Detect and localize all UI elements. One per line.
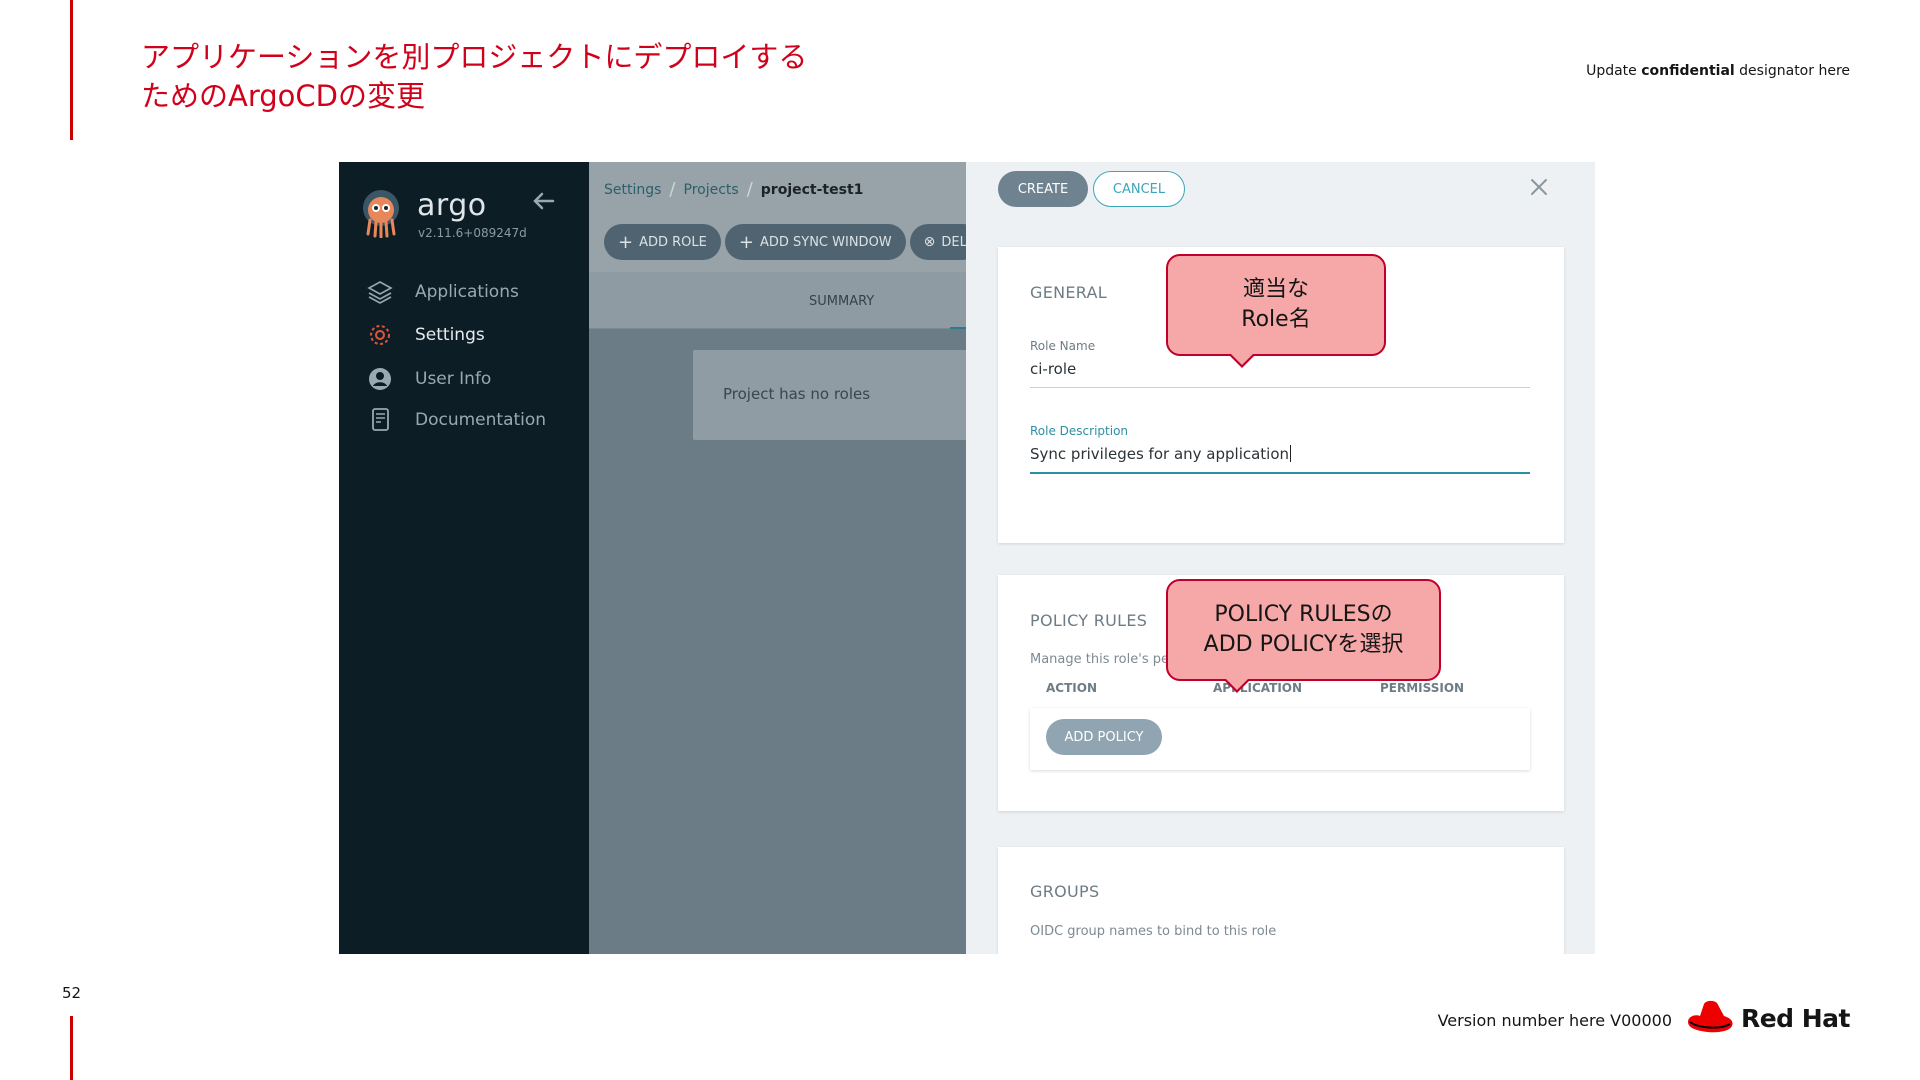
- close-icon[interactable]: [1526, 174, 1552, 200]
- column-action: ACTION: [1046, 681, 1097, 695]
- groups-card: GROUPS OIDC group names to bind to this …: [998, 847, 1564, 954]
- redhat-hat-icon: [1687, 1000, 1733, 1033]
- add-policy-button[interactable]: ADD POLICY: [1046, 719, 1162, 755]
- sidebar-item-applications[interactable]: Applications: [367, 279, 519, 305]
- sidebar-item-label: User Info: [415, 369, 492, 389]
- add-role-label: ADD ROLE: [639, 234, 707, 250]
- role-description-input: Sync privileges for any application: [1030, 445, 1290, 463]
- column-permission: PERMISSION: [1380, 681, 1465, 695]
- groups-description: OIDC group names to bind to this role: [1030, 924, 1277, 939]
- breadcrumb-current: project-test1: [760, 181, 864, 198]
- close-circle-icon: ⊗: [923, 234, 936, 250]
- sidebar-item-settings[interactable]: Settings: [367, 322, 485, 348]
- breadcrumb: Settings / Projects / project-test1: [604, 179, 863, 200]
- callout-role-name-text: 適当な Role名: [1241, 277, 1311, 332]
- tab-bar: SUMMARY: [589, 272, 970, 329]
- add-sync-window-button[interactable]: + ADD SYNC WINDOW: [724, 224, 906, 260]
- add-sync-window-label: ADD SYNC WINDOW: [759, 234, 892, 250]
- argo-logo-text: argo: [417, 188, 487, 223]
- breadcrumb-separator: /: [746, 179, 753, 200]
- text-caret: [1290, 445, 1292, 462]
- policy-rules-description: Manage this role's per: [1030, 652, 1175, 667]
- role-description-field[interactable]: Sync privileges for any application: [1030, 445, 1292, 463]
- slide-title-line2: ためのArgoCDの変更: [141, 79, 425, 113]
- argocd-screenshot: argo v2.11.6+089247d Applications Settin…: [339, 162, 1595, 954]
- role-name-underline: [1030, 387, 1530, 388]
- argo-octopus-logo-icon: [363, 190, 399, 238]
- empty-roles-text: Project has no roles: [723, 385, 871, 403]
- project-main: Settings / Projects / project-test1 + ADD…: [589, 162, 993, 954]
- sidebar-item-documentation[interactable]: Documentation: [367, 407, 546, 433]
- role-description-underline: [1030, 472, 1530, 474]
- callout-tail-fill: [1225, 678, 1249, 690]
- slide-title: アプリケーションを別プロジェクトにデプロイする ためのArgoCDの変更: [141, 38, 1041, 116]
- sidebar-item-user-info[interactable]: User Info: [367, 366, 491, 392]
- callout-tail-fill: [1230, 353, 1254, 365]
- page-number: 52: [62, 984, 82, 1002]
- breadcrumb-settings[interactable]: Settings: [604, 182, 661, 198]
- top-bar: Settings / Projects / project-test1 + ADD…: [589, 162, 981, 272]
- user-circle-icon: [367, 366, 393, 392]
- redhat-logo: Red Hat: [1684, 998, 1851, 1038]
- accent-line-top: [70, 0, 73, 140]
- confidential-bold: confidential: [1641, 63, 1735, 79]
- gear-icon: [367, 322, 393, 348]
- groups-title: GROUPS: [1030, 882, 1100, 901]
- breadcrumb-separator: /: [669, 179, 676, 200]
- add-role-button[interactable]: + ADD ROLE: [604, 224, 721, 260]
- role-name-input[interactable]: ci-role: [1030, 360, 1076, 378]
- sidebar: argo v2.11.6+089247d Applications Settin…: [339, 162, 589, 954]
- sidebar-item-label: Applications: [415, 282, 519, 302]
- plus-icon: +: [738, 231, 754, 253]
- redhat-wordmark: Red Hat: [1740, 1003, 1851, 1033]
- delete-label: DEL: [941, 234, 967, 250]
- sidebar-item-label: Settings: [415, 325, 485, 345]
- toolbar: + ADD ROLE + ADD SYNC WINDOW ⊗ DEL: [604, 224, 985, 260]
- plus-icon: +: [618, 231, 634, 253]
- sidebar-item-label: Documentation: [415, 410, 547, 430]
- callout-policy-text: POLICY RULESの ADD POLICYを選択: [1203, 602, 1404, 657]
- cancel-button[interactable]: CANCEL: [1093, 171, 1185, 207]
- tab-summary[interactable]: SUMMARY: [809, 294, 874, 309]
- empty-roles-card: Project has no roles: [693, 350, 993, 440]
- layers-icon: [367, 279, 393, 305]
- role-name-label: Role Name: [1030, 339, 1096, 353]
- general-title: GENERAL: [1030, 283, 1108, 302]
- confidential-prefix: Update: [1586, 63, 1642, 79]
- slide-title-line1: アプリケーションを別プロジェクトにデプロイする: [141, 40, 808, 74]
- panel-header: CREATE CANCEL: [966, 162, 1595, 216]
- callout-policy: POLICY RULESの ADD POLICYを選択: [1166, 579, 1441, 693]
- accent-line-bottom: [70, 1016, 73, 1080]
- callout-role-name: 適当な Role名: [1166, 254, 1386, 368]
- arrow-left-icon[interactable]: [531, 188, 557, 214]
- policy-list: ADD POLICY: [1030, 708, 1530, 770]
- policy-rules-title: POLICY RULES: [1030, 611, 1148, 630]
- confidential-suffix: designator here: [1734, 63, 1850, 79]
- confidential-designator: Update confidential designator here: [1586, 63, 1850, 79]
- role-description-label: Role Description: [1030, 424, 1129, 438]
- create-button[interactable]: CREATE: [998, 171, 1088, 207]
- argo-version: v2.11.6+089247d: [418, 226, 527, 240]
- breadcrumb-projects[interactable]: Projects: [684, 182, 739, 198]
- version-text: Version number here V00000: [1437, 1011, 1672, 1030]
- book-icon: [367, 407, 393, 433]
